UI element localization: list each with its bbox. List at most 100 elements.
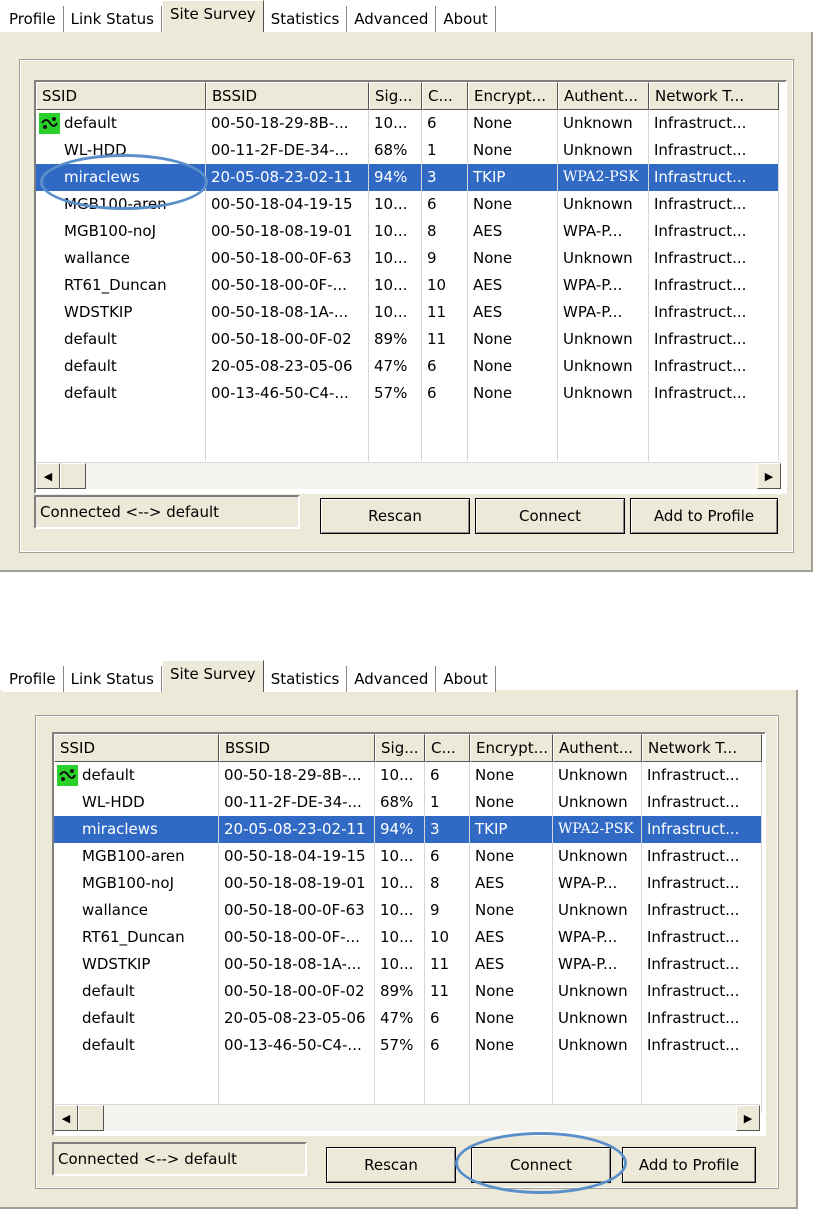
table-row[interactable]: default 00-50-18-29-8B-... 10... 6 None Unkno…: [54, 762, 762, 789]
col-encryption-cell: None: [470, 978, 553, 1005]
horizontal-scrollbar[interactable]: ◀ ▶: [36, 462, 781, 489]
table-row[interactable]: miraclews 20-05-08-23-02-11 94% 3 TKIP WPA2-P…: [36, 164, 779, 191]
col-network-header[interactable]: Network T...: [642, 734, 762, 762]
tab-link-status[interactable]: Link Status: [63, 6, 162, 32]
col-bssid-header[interactable]: BSSID: [219, 734, 375, 762]
table-row[interactable]: default 00-50-18-29-8B-... 10... 6 None Unkno…: [36, 110, 779, 137]
col-network-cell: Infrastruct...: [642, 951, 762, 978]
tab-statistics[interactable]: Statistics: [263, 6, 348, 32]
arrow-left-icon[interactable]: ◀: [36, 463, 60, 489]
rescan-button[interactable]: Rescan: [320, 498, 470, 534]
col-channel-cell: 6: [425, 1032, 470, 1059]
col-network-cell: Infrastruct...: [649, 299, 779, 326]
col-network-header[interactable]: Network T...: [649, 82, 779, 110]
table-row[interactable]: default 00-13-46-50-C4-... 57% 6 None Unknown…: [54, 1032, 762, 1059]
col-network-cell: Infrastruct...: [642, 897, 762, 924]
col-auth-cell: Unknown: [558, 353, 649, 380]
tab-advanced[interactable]: Advanced: [347, 6, 437, 32]
rescan-button[interactable]: Rescan: [326, 1147, 456, 1183]
connected-network-icon: [39, 113, 60, 134]
col-signal-cell: 94%: [369, 164, 422, 191]
tab-profile[interactable]: Profile: [2, 6, 64, 32]
col-auth-cell: Unknown: [553, 1032, 642, 1059]
col-signal-header[interactable]: Sig...: [375, 734, 425, 762]
col-encryption-cell: AES: [468, 272, 558, 299]
tab-about[interactable]: About: [436, 6, 496, 32]
connect-button[interactable]: Connect: [475, 498, 625, 534]
table-row[interactable]: RT61_Duncan 00-50-18-00-0F-... 10... 10 AES W…: [36, 272, 779, 299]
col-encryption-cell: AES: [470, 951, 553, 978]
table-row[interactable]: default 00-50-18-00-0F-02 89% 11 None Unknown…: [54, 978, 762, 1005]
col-ssid-header[interactable]: SSID: [54, 734, 219, 762]
tab-bar: Profile Link Status Site Survey Statistics A…: [2, 0, 496, 32]
connect-button[interactable]: Connect: [471, 1147, 611, 1183]
tab-about[interactable]: About: [436, 666, 496, 692]
horizontal-scrollbar[interactable]: ◀ ▶: [54, 1104, 760, 1131]
tab-site-survey[interactable]: Site Survey: [161, 660, 264, 692]
table-row[interactable]: default 00-13-46-50-C4-... 57% 6 None Unknown…: [36, 380, 779, 407]
arrow-left-icon[interactable]: ◀: [54, 1105, 78, 1131]
col-ssid-cell: MGB100-noJ: [54, 870, 219, 897]
table-row[interactable]: MGB100-noJ 00-50-18-08-19-01 10... 8 AES WPA-…: [36, 218, 779, 245]
site-survey-list[interactable]: SSID BSSID Sig... C... Encrypt... Authent... N…: [52, 732, 766, 1136]
tab-link-status[interactable]: Link Status: [63, 666, 162, 692]
tab-statistics[interactable]: Statistics: [263, 666, 348, 692]
col-encryption-header[interactable]: Encrypt...: [468, 82, 558, 110]
table-row[interactable]: wallance 00-50-18-00-0F-63 10... 9 None Unkno…: [36, 245, 779, 272]
col-ssid-cell: miraclews: [54, 816, 219, 843]
col-channel-header[interactable]: C...: [425, 734, 470, 762]
col-signal-cell: 10...: [375, 870, 425, 897]
site-survey-panel-2: Profile Link Status Site Survey Statistics A…: [0, 660, 813, 1209]
col-network-cell: Infrastruct...: [649, 326, 779, 353]
table-row[interactable]: WL-HDD 00-11-2F-DE-34-... 68% 1 None Unknown I…: [54, 789, 762, 816]
tab-profile[interactable]: Profile: [2, 666, 64, 692]
table-row[interactable]: RT61_Duncan 00-50-18-00-0F-... 10... 10 AES W…: [54, 924, 762, 951]
table-row[interactable]: WDSTKIP 00-50-18-08-1A-... 10... 11 AES WPA-P…: [36, 299, 779, 326]
tab-site-survey[interactable]: Site Survey: [161, 0, 264, 32]
col-auth-cell: Unknown: [558, 110, 649, 137]
table-row[interactable]: WDSTKIP 00-50-18-08-1A-... 10... 11 AES WPA-P…: [54, 951, 762, 978]
col-signal-cell: 10...: [369, 110, 422, 137]
col-ssid-empty: [36, 407, 206, 434]
table-row[interactable]: miraclews 20-05-08-23-02-11 94% 3 TKIP WPA2-P…: [54, 816, 762, 843]
col-encryption-header[interactable]: Encrypt...: [470, 734, 553, 762]
col-auth-header[interactable]: Authent...: [553, 734, 642, 762]
arrow-right-icon[interactable]: ▶: [757, 463, 781, 489]
col-signal-header[interactable]: Sig...: [369, 82, 422, 110]
col-network-cell: Infrastruct...: [642, 1032, 762, 1059]
col-encryption-cell: None: [468, 353, 558, 380]
scrollbar-thumb[interactable]: [78, 1105, 104, 1131]
add-to-profile-button[interactable]: Add to Profile: [630, 498, 778, 534]
list-rows: default 00-50-18-29-8B-... 10... 6 None Unkno…: [54, 762, 762, 1113]
table-row[interactable]: default 20-05-08-23-05-06 47% 6 None Unknown I…: [54, 1005, 762, 1032]
table-row[interactable]: WL-HDD 00-11-2F-DE-34-... 68% 1 None Unknown I…: [36, 137, 779, 164]
col-ssid-cell: WL-HDD: [36, 137, 206, 164]
col-signal-empty: [375, 1059, 425, 1086]
col-auth-cell: WPA2-PSK: [553, 816, 642, 843]
col-channel-cell: 8: [422, 218, 468, 245]
table-row[interactable]: MGB100-aren 00-50-18-04-19-15 10... 6 None Un…: [54, 843, 762, 870]
col-auth-header[interactable]: Authent...: [558, 82, 649, 110]
ssid-text: RT61_Duncan: [64, 276, 167, 294]
site-survey-list[interactable]: SSID BSSID Sig... C... Encrypt... Authent... N…: [34, 80, 787, 494]
col-ssid-header[interactable]: SSID: [36, 82, 206, 110]
table-row[interactable]: default 20-05-08-23-05-06 47% 6 None Unknown I…: [36, 353, 779, 380]
table-row[interactable]: wallance 00-50-18-00-0F-63 10... 9 None Unkno…: [54, 897, 762, 924]
table-row[interactable]: MGB100-aren 00-50-18-04-19-15 10... 6 None Un…: [36, 191, 779, 218]
add-to-profile-button[interactable]: Add to Profile: [622, 1147, 756, 1183]
col-channel-cell: 3: [425, 816, 470, 843]
col-signal-cell: 47%: [375, 1005, 425, 1032]
table-row[interactable]: MGB100-noJ 00-50-18-08-19-01 10... 8 AES WPA-…: [54, 870, 762, 897]
arrow-right-icon[interactable]: ▶: [736, 1105, 760, 1131]
scrollbar-thumb[interactable]: [60, 463, 86, 489]
col-ssid-empty: [54, 1059, 219, 1086]
table-row[interactable]: default 00-50-18-00-0F-02 89% 11 None Unknown…: [36, 326, 779, 353]
tab-advanced[interactable]: Advanced: [347, 666, 437, 692]
col-ssid-cell: wallance: [36, 245, 206, 272]
col-channel-cell: 6: [422, 353, 468, 380]
ssid-text: WDSTKIP: [64, 303, 133, 321]
col-bssid-header[interactable]: BSSID: [206, 82, 369, 110]
col-channel-header[interactable]: C...: [422, 82, 468, 110]
list-header: SSID BSSID Sig... C... Encrypt... Authent... N…: [54, 734, 762, 762]
col-encryption-cell: None: [470, 897, 553, 924]
